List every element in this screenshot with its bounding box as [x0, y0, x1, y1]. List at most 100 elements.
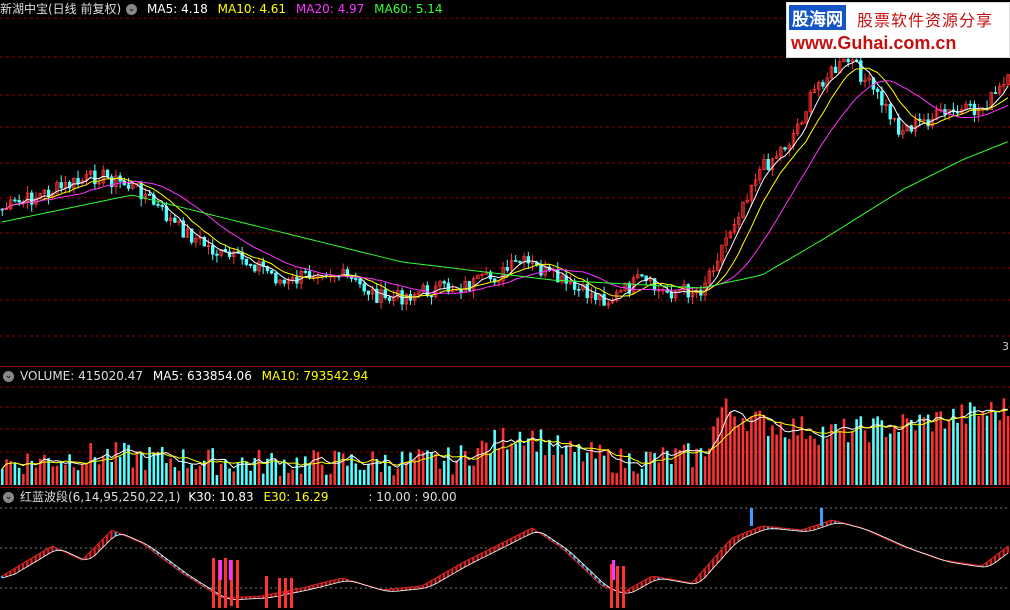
volume-bar — [792, 418, 795, 485]
volume-bar — [219, 463, 223, 485]
volume-bar — [994, 410, 997, 485]
volume-bar — [729, 411, 732, 485]
volume-bar — [863, 430, 867, 485]
volume-bar — [989, 402, 993, 485]
volume-bar — [421, 451, 425, 485]
volume-bar — [510, 443, 513, 485]
volume-bar — [249, 470, 252, 485]
volume-bar — [232, 471, 236, 485]
volume-bar — [480, 440, 484, 485]
k30-label: K30: 10.83 — [188, 490, 254, 504]
chevron-down-icon[interactable]: ⌄ — [126, 4, 138, 15]
volume-bar — [316, 452, 320, 485]
volume-bar — [51, 466, 55, 485]
volume-bar — [438, 468, 442, 485]
volume-bar — [97, 464, 101, 485]
volume-chart[interactable] — [0, 367, 1010, 487]
volume-bar — [640, 468, 644, 485]
candle-body — [160, 204, 164, 207]
volume-bar — [190, 464, 193, 485]
volume-bar — [413, 459, 417, 485]
volume-bar — [156, 452, 160, 485]
chevron-down-icon[interactable]: ⌄ — [3, 371, 14, 382]
volume-bar — [304, 456, 307, 485]
bottom-signal-bar — [265, 576, 268, 608]
watermark-brand: 股海网 — [789, 5, 846, 30]
candle-body — [253, 264, 257, 272]
volume-bar — [194, 469, 198, 485]
volume-bar — [455, 460, 459, 485]
volume-bar — [914, 430, 917, 485]
volume-bar — [299, 473, 303, 485]
indicator-panel[interactable]: ⌄ 红蓝波段(6,14,95,250,22,1) K30: 10.83 E30: … — [0, 488, 1010, 610]
volume-bar — [716, 417, 720, 485]
volume-bar — [783, 437, 787, 485]
volume-bar — [362, 469, 366, 485]
volume-bar — [766, 435, 770, 485]
ma20-label: MA20: 4.97 — [295, 2, 365, 16]
volume-bar — [367, 464, 370, 485]
volume-bar — [754, 411, 757, 485]
volume-bar — [261, 473, 265, 485]
volume-bar — [434, 453, 438, 485]
volume-bar — [1, 468, 4, 485]
volume-bar — [724, 398, 728, 485]
candle-body — [173, 217, 177, 223]
volume-bar — [527, 438, 530, 485]
volume-panel[interactable]: ⌄ VOLUME: 415020.47 MA5: 633854.06 MA10: … — [0, 367, 1010, 487]
volume-bar — [539, 429, 543, 485]
volume-bar — [632, 471, 635, 485]
bottom-signal-bar — [212, 558, 215, 608]
volume-bar — [131, 467, 135, 485]
volume-bar — [712, 426, 715, 485]
candle-body — [429, 295, 434, 298]
volume-bar — [623, 467, 627, 485]
volume-bar — [396, 468, 400, 485]
candle-body — [126, 184, 131, 189]
volume-bar — [918, 414, 922, 485]
candle-body — [585, 283, 589, 298]
volume-bar — [585, 452, 589, 485]
buy-signal-bar — [219, 560, 222, 580]
volume-bar — [177, 470, 181, 485]
sell-signal-bar — [820, 508, 823, 526]
indicator-label: 红蓝波段(6,14,95,250,22,1) — [20, 490, 181, 504]
bottom-signal-bar — [290, 578, 293, 608]
chevron-down-icon[interactable]: ⌄ — [3, 492, 14, 503]
volume-bar — [442, 460, 446, 485]
volume-bar — [476, 447, 480, 485]
volume-bar — [215, 475, 219, 485]
volume-bar — [615, 473, 619, 485]
volume-bar — [649, 451, 652, 485]
candle-body — [518, 260, 522, 263]
volume-bar — [459, 445, 463, 485]
volume-bar — [493, 429, 496, 485]
candle-body — [846, 58, 850, 63]
volume-bar — [813, 438, 816, 485]
volume-bar — [653, 453, 656, 485]
price-header: 新湖中宝(日线 前复权) ⌄ MA5: 4.18 MA10: 4.61 MA20:… — [0, 0, 449, 18]
volume-bar — [628, 453, 631, 485]
candle-body — [833, 66, 838, 73]
volume-bar — [905, 418, 909, 485]
candle-body — [539, 264, 543, 276]
volume-bar — [13, 462, 17, 485]
candle-body — [880, 91, 884, 106]
volume-bar — [426, 450, 429, 485]
volume-bar — [135, 451, 139, 485]
volume-bar — [26, 453, 29, 485]
volume-bar — [800, 416, 804, 485]
volume-header: ⌄ VOLUME: 415020.47 MA5: 633854.06 MA10: … — [0, 367, 374, 385]
volume-bar — [139, 452, 143, 485]
volume-bar — [594, 458, 597, 485]
indicator-chart[interactable] — [0, 488, 1010, 610]
volume-bar — [787, 439, 791, 485]
level-lines-label: : 10.00 : 90.00 — [368, 490, 457, 504]
volume-bar — [198, 465, 202, 485]
volume-bar — [506, 449, 509, 485]
volume-bar — [497, 448, 501, 485]
volume-bar — [400, 451, 404, 485]
candle-body — [366, 290, 371, 295]
volume-bar — [981, 411, 985, 485]
volume-bar — [291, 469, 294, 485]
